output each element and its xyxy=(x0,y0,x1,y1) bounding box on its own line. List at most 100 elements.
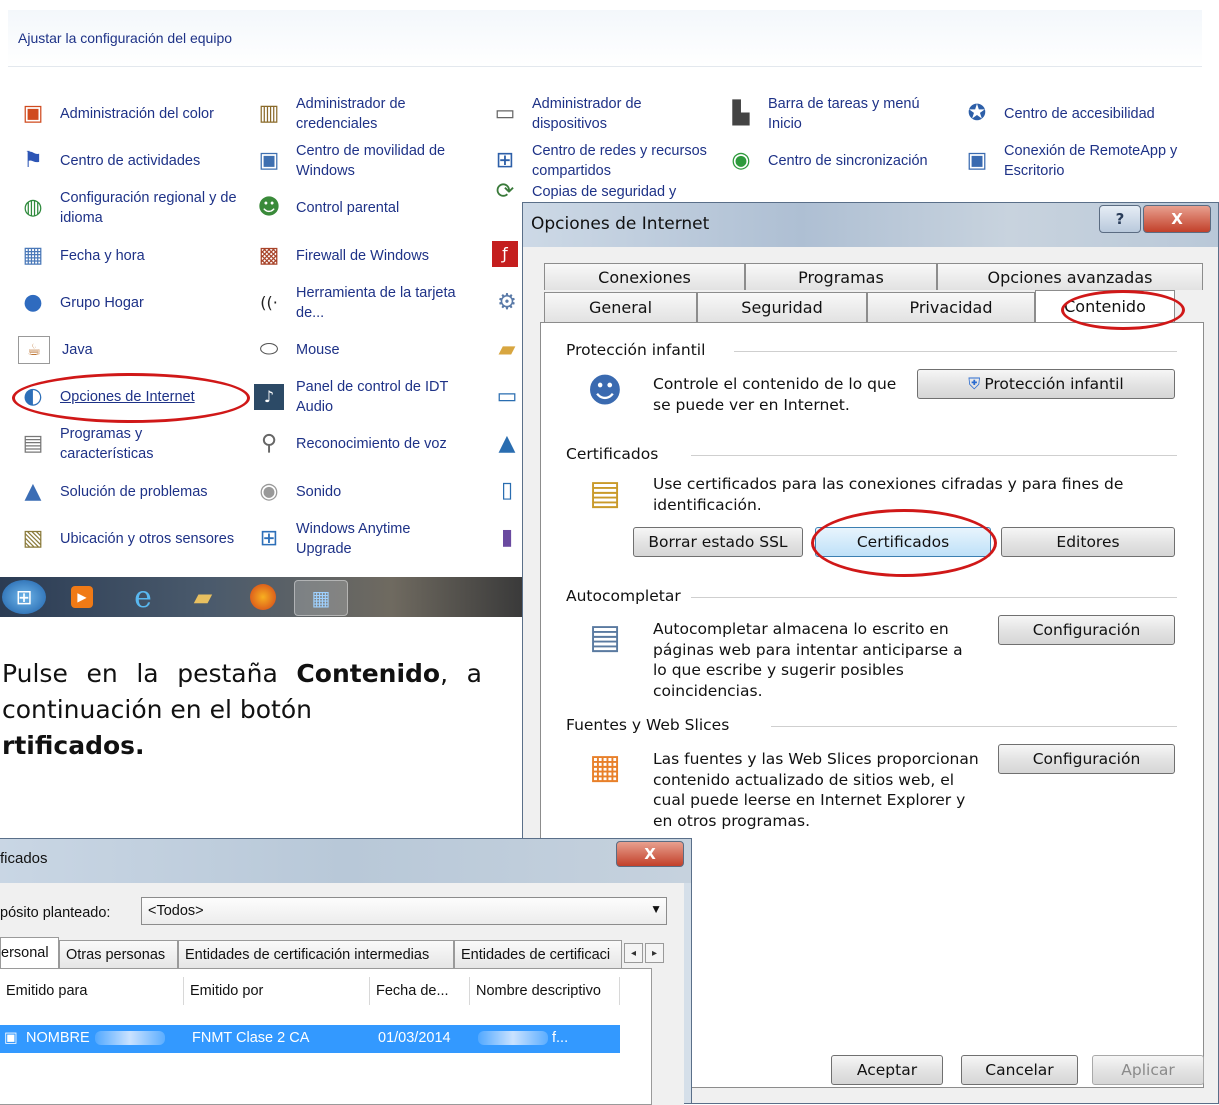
internet-explorer-icon[interactable]: e xyxy=(118,580,168,615)
certificates-dialog: ficados X pósito planteado: <Todos> ▼ er… xyxy=(0,838,692,1105)
column-header-issued-to[interactable]: Emitido para xyxy=(0,977,184,1005)
clear-ssl-state-button[interactable]: Borrar estado SSL xyxy=(633,527,803,557)
shield-icon: ⛨ xyxy=(968,374,981,393)
media-player-icon[interactable]: ▶ xyxy=(62,580,102,614)
publishers-button[interactable]: Editores xyxy=(1001,527,1175,557)
firefox-icon[interactable] xyxy=(238,580,288,614)
tab-scroll-right-icon[interactable]: ▸ xyxy=(645,943,664,963)
audio-panel-icon: ♪ xyxy=(254,384,284,410)
flash-icon: ƒ xyxy=(492,241,518,267)
start-orb-icon[interactable]: ⊞ xyxy=(2,580,46,614)
cp-item-label: Administrador de credenciales xyxy=(296,96,406,132)
instruction-bold-certificados: rtificados. xyxy=(2,731,145,760)
ok-button[interactable]: Aceptar xyxy=(831,1055,943,1085)
dialog-titlebar: Opciones de Internet ? X xyxy=(523,203,1218,247)
apply-button[interactable]: Aplicar xyxy=(1092,1055,1204,1085)
table-row[interactable]: ▣ NOMBRE FNMT Clase 2 CA 01/03/2014 f... xyxy=(0,1025,620,1053)
cp-item-idt-audio[interactable]: ♪ Panel de control de IDT Audio xyxy=(254,375,484,419)
tab-conexiones[interactable]: Conexiones xyxy=(544,263,745,290)
mobility-icon: ▣ xyxy=(258,148,280,173)
instruction-text: Pulse en la pestaña Contenido, a continu… xyxy=(2,656,482,764)
java-icon: ☕ xyxy=(18,336,50,364)
cp-item-sync-center[interactable]: ◉ Centro de sincronización xyxy=(726,139,956,183)
control-panel-header: Ajustar la configuración del equipo xyxy=(8,10,1202,67)
file-explorer-icon[interactable]: ▰ xyxy=(178,580,228,614)
cp-item-label: Conexión de RemoteApp y Escritorio xyxy=(1004,143,1178,179)
cp-item-wireless-card[interactable]: ((· Herramienta de la tarjeta de... xyxy=(254,281,484,325)
close-button[interactable]: X xyxy=(1143,205,1211,233)
purpose-select[interactable]: <Todos> ▼ xyxy=(141,897,667,925)
tab-opciones-avanzadas[interactable]: Opciones avanzadas xyxy=(937,263,1203,290)
cp-item-label: Firewall de Windows xyxy=(296,248,429,264)
tab-contenido[interactable]: Contenido xyxy=(1035,290,1175,322)
tab-root-authorities[interactable]: Entidades de certificaci xyxy=(454,940,622,968)
flag-icon: ⚑ xyxy=(23,148,43,173)
cp-item-taskbar[interactable]: ▙ Barra de tareas y menú Inicio xyxy=(726,92,956,136)
cp-item-label: Control parental xyxy=(296,200,400,216)
cp-item-firewall[interactable]: ▩ Firewall de Windows xyxy=(254,234,484,278)
tab-other-people[interactable]: Otras personas xyxy=(59,940,178,968)
cp-item-location-sensors[interactable]: ▧ Ubicación y otros sensores xyxy=(18,517,248,561)
feeds-settings-button[interactable]: Configuración xyxy=(998,744,1175,774)
column-header-friendly-name[interactable]: Nombre descriptivo xyxy=(470,977,620,1005)
tab-intermediate-authorities[interactable]: Entidades de certificación intermedias xyxy=(178,940,454,968)
cp-item-troubleshoot[interactable]: ▲ Solución de problemas xyxy=(18,470,248,514)
cp-item-mouse[interactable]: ⬭ Mouse xyxy=(254,328,484,372)
blurred-region xyxy=(95,1030,165,1046)
cp-item-label: Panel de control de IDT Audio xyxy=(296,379,449,415)
certificate-list[interactable]: Emitido para Emitido por Fecha de... Nom… xyxy=(0,968,652,1105)
tab-scroll-left-icon[interactable]: ◂ xyxy=(624,943,643,963)
cp-item-java[interactable]: ☕ Java xyxy=(18,328,248,372)
internet-options-icon: ◐ xyxy=(23,384,43,409)
color-management-icon: ▣ xyxy=(22,101,44,126)
tab-programas[interactable]: Programas xyxy=(745,263,937,290)
parental-control-button[interactable]: ⛨ Protección infantil xyxy=(917,369,1175,399)
tab-personal[interactable]: ersonal xyxy=(0,937,59,968)
parental-description: Controle el contenido de lo que se puede… xyxy=(653,375,897,414)
cp-item-color-management[interactable]: ▣ Administración del color xyxy=(18,92,248,136)
troubleshoot-icon: ▲ xyxy=(24,479,42,504)
cp-item-credential-manager[interactable]: ▥ Administrador de credenciales xyxy=(254,92,484,136)
cp-item-homegroup[interactable]: ● Grupo Hogar xyxy=(18,281,248,325)
cp-item-label: Centro de movilidad de Windows xyxy=(296,143,446,179)
cp-item-label: Centro de accesibilidad xyxy=(1004,106,1155,122)
tab-general[interactable]: General xyxy=(544,292,697,322)
cp-item-action-center[interactable]: ⚑ Centro de actividades xyxy=(18,139,248,183)
cp-item-backup[interactable]: ⟳ Copias de seguridad y xyxy=(490,180,720,204)
cp-item-label: Grupo Hogar xyxy=(60,295,144,311)
cp-item-regional[interactable]: ◍ Configuración regional y de idioma xyxy=(18,186,248,230)
certificate-icon: ▣ xyxy=(4,1030,18,1046)
cp-item-device-manager[interactable]: ▭ Administrador de dispositivos xyxy=(490,92,720,136)
tab-privacidad[interactable]: Privacidad xyxy=(867,292,1035,322)
cp-item-sound[interactable]: ◉ Sonido xyxy=(254,470,484,514)
cp-item-date-time[interactable]: ▦ Fecha y hora xyxy=(18,234,248,278)
parental-control-icon: ☻ xyxy=(257,195,281,220)
column-header-date[interactable]: Fecha de... xyxy=(370,977,470,1005)
cp-item-remoteapp[interactable]: ▣ Conexión de RemoteApp y Escritorio xyxy=(962,139,1192,183)
certificates-button[interactable]: Certificados xyxy=(815,527,991,557)
sync-icon: ◉ xyxy=(731,148,751,173)
cp-item-accessibility[interactable]: ✪ Centro de accesibilidad xyxy=(962,92,1192,136)
cp-item-speech-recognition[interactable]: ⚲ Reconocimiento de voz xyxy=(254,422,484,466)
section-divider xyxy=(734,351,1177,352)
cp-item-internet-options[interactable]: ◐ Opciones de Internet xyxy=(18,375,248,419)
parental-users-icon: ☻ xyxy=(587,371,623,411)
cp-item-parental-control[interactable]: ☻ Control parental xyxy=(254,186,484,230)
cp-item-mobility-center[interactable]: ▣ Centro de movilidad de Windows xyxy=(254,139,484,183)
close-button[interactable]: X xyxy=(616,841,684,867)
autocomplete-description: Autocompletar almacena lo escrito en pág… xyxy=(653,620,963,700)
cancel-button[interactable]: Cancelar xyxy=(961,1055,1078,1085)
control-panel-icon[interactable]: ▦ xyxy=(294,580,348,616)
button-label: Protección infantil xyxy=(984,375,1124,393)
cp-item-network-center[interactable]: ⊞ Centro de redes y recursos compartidos xyxy=(490,139,720,183)
cp-item-programs[interactable]: ▤ Programas y características xyxy=(18,422,248,466)
help-button[interactable]: ? xyxy=(1099,205,1141,233)
cp-item-label: Ubicación y otros sensores xyxy=(60,531,235,547)
cp-item-label: Reconocimiento de voz xyxy=(296,436,447,452)
cp-item-label: Centro de actividades xyxy=(60,153,201,169)
autocomplete-icon: ▤ xyxy=(588,617,622,657)
column-header-issued-by[interactable]: Emitido por xyxy=(184,977,370,1005)
cp-item-anytime-upgrade[interactable]: ⊞ Windows Anytime Upgrade xyxy=(254,517,484,561)
tab-seguridad[interactable]: Seguridad xyxy=(697,292,867,322)
autocomplete-settings-button[interactable]: Configuración xyxy=(998,615,1175,645)
